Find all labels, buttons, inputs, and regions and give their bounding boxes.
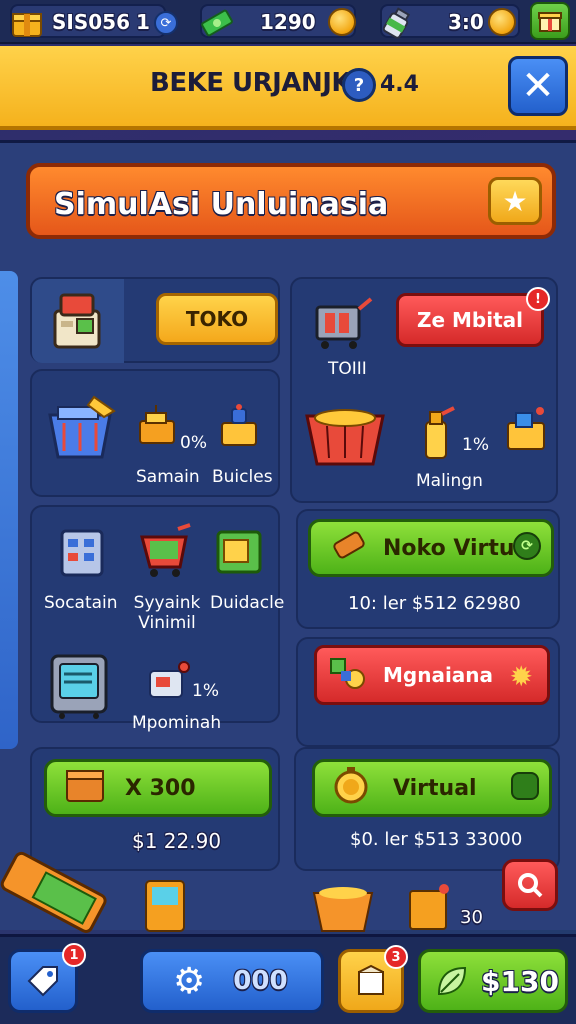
left-items-card-1: 0% Samain Buicles xyxy=(30,369,280,497)
cash-button[interactable]: $130 xyxy=(418,949,568,1013)
atm-icon xyxy=(140,877,190,933)
tag-icon-bottom xyxy=(27,966,58,997)
bottle-resource[interactable]: 3:0 xyxy=(380,4,520,39)
close-icon: ✕ xyxy=(521,63,555,109)
scrollbar[interactable] xyxy=(0,271,18,749)
bottle-icon xyxy=(378,4,416,42)
star-icon: ★ xyxy=(502,184,528,218)
refresh-icon[interactable]: ⟳ xyxy=(513,532,541,560)
water-box-icon[interactable] xyxy=(502,401,554,457)
cart-icon[interactable] xyxy=(134,519,196,581)
machine-icon[interactable] xyxy=(46,647,112,721)
buy-x300-label: X 300 xyxy=(125,775,196,801)
cash-register-icon xyxy=(53,293,101,349)
shopping-cart-icon[interactable] xyxy=(306,287,378,353)
crate-icon xyxy=(65,767,105,809)
toko-button[interactable]: TOKO xyxy=(156,293,278,345)
info-icon[interactable]: ⟳ xyxy=(154,11,178,35)
favorite-button[interactable]: ★ xyxy=(488,177,542,225)
inventory-notification-badge: 3 xyxy=(384,945,408,969)
ze-notification-badge: ! xyxy=(526,287,550,311)
search-icon xyxy=(518,873,543,898)
green-box-icon[interactable] xyxy=(212,521,268,579)
settings-button[interactable]: ⚙ 000 xyxy=(140,949,324,1013)
gold-extra: 1 xyxy=(136,10,150,34)
virtual2-stat: $0. ler $513 33000 xyxy=(350,829,523,850)
item-label-socatain: Socatain xyxy=(44,593,118,613)
box-icon xyxy=(358,964,384,995)
header-title: BEKE URJANJKA xyxy=(150,68,371,98)
header-banner: BEKE URJANJKA ? 4.4 ✕ xyxy=(0,46,576,130)
mgn-card: Mgnaiana ✹ xyxy=(296,637,560,747)
bottom-bar: 1 ⚙ 000 3 $130 xyxy=(0,934,576,1024)
item-label-samain: Samain xyxy=(136,467,200,487)
basket-scene-icon xyxy=(310,881,376,933)
item-label-malingn: Malingn xyxy=(416,471,483,491)
building-icon[interactable] xyxy=(52,519,112,581)
box-machine-icon[interactable] xyxy=(212,399,268,455)
right-shop-card: TOIII Ze Mbital ! 1% Malingn xyxy=(290,277,558,503)
left-price: $1 22.90 xyxy=(132,829,222,853)
virtual-button[interactable]: Virtual xyxy=(312,759,552,817)
percent-label: 0% xyxy=(180,433,207,453)
package-scene-icon xyxy=(406,881,452,933)
settings-value: 000 xyxy=(233,966,288,996)
mgnaiana-label: Mgnaiana xyxy=(383,663,494,687)
percent-label-2: 1% xyxy=(192,681,219,701)
device-icon[interactable] xyxy=(142,655,194,707)
gift-button[interactable] xyxy=(530,2,570,40)
percent-label-3: 1% xyxy=(462,435,489,455)
timer-icon xyxy=(331,765,371,811)
basket-icon[interactable] xyxy=(44,391,116,465)
cash-value: 1290 xyxy=(260,10,316,34)
shop-icon-slot xyxy=(32,279,124,363)
search-button[interactable] xyxy=(502,859,558,911)
toko-card: TOKO xyxy=(30,277,280,363)
virtual-card: Noko Virtuel ⟳ 10: ler $512 62980 xyxy=(296,509,560,629)
gear-icon: ⚙ xyxy=(173,960,206,1002)
item-label-duidacle: Duidacle xyxy=(210,593,285,613)
cash-value-bottom: $130 xyxy=(481,964,559,998)
ze-mbital-button[interactable]: Ze Mbital xyxy=(396,293,544,347)
virtual-label: Virtual xyxy=(393,775,477,801)
panel-title: SimulAsi Unluinasia xyxy=(54,187,389,222)
coin-icon-2 xyxy=(488,8,516,36)
gold-value: SIS056 xyxy=(52,10,130,34)
gift-icon xyxy=(538,12,562,32)
gears-icon xyxy=(327,655,367,696)
mgnaiana-button[interactable]: Mgnaiana ✹ xyxy=(314,645,550,705)
basket-full-icon[interactable] xyxy=(302,397,388,471)
gold-box-icon xyxy=(8,4,46,42)
item-label-syyaink: Syyaink Vinimil xyxy=(133,593,201,633)
help-badge[interactable]: ? xyxy=(342,68,376,102)
resource-bar: SIS056 1 ⟳ 1290 3:0 xyxy=(0,0,576,44)
left-items-card-2: Socatain Syyaink Vinimil Duidacle 1% Mpo… xyxy=(30,505,284,733)
scene-counter: 30 xyxy=(460,907,483,928)
ticket-decoration xyxy=(0,843,112,933)
item-label-mpominah: Mpominah xyxy=(132,713,222,733)
virtual-stat: 10: ler $512 62980 xyxy=(348,593,521,614)
menu-notification-badge: 1 xyxy=(62,943,86,967)
level-value: 4.4 xyxy=(380,72,419,97)
toiii-label: TOIII xyxy=(328,359,367,379)
virtual-corner-icon xyxy=(511,772,539,800)
leaf-icon xyxy=(437,966,467,996)
noko-virtuel-button[interactable]: Noko Virtuel ⟳ xyxy=(308,519,554,577)
coin-icon xyxy=(328,8,356,36)
cash-icon xyxy=(198,4,236,42)
panel-title-bar: SimulAsi Unluinasia ★ xyxy=(26,163,556,239)
buy-x300-button[interactable]: X 300 xyxy=(44,759,272,817)
item-label-buicles: Buicles xyxy=(212,467,273,487)
gear-badge-icon: ✹ xyxy=(509,660,533,693)
virtual2-card: Virtual $0. ler $513 33000 xyxy=(294,747,560,871)
cash-resource[interactable]: 1290 xyxy=(200,4,356,38)
tag-icon xyxy=(331,529,367,567)
close-button[interactable]: ✕ xyxy=(508,56,568,116)
cash-register-small-icon[interactable] xyxy=(132,401,184,453)
spray-icon[interactable] xyxy=(412,401,460,463)
bottle-value: 3:0 xyxy=(448,10,484,34)
main-panel: SimulAsi Unluinasia ★ TOKO 0% Samain Bui… xyxy=(0,140,576,933)
gold-resource[interactable]: SIS056 1 ⟳ xyxy=(10,4,178,38)
